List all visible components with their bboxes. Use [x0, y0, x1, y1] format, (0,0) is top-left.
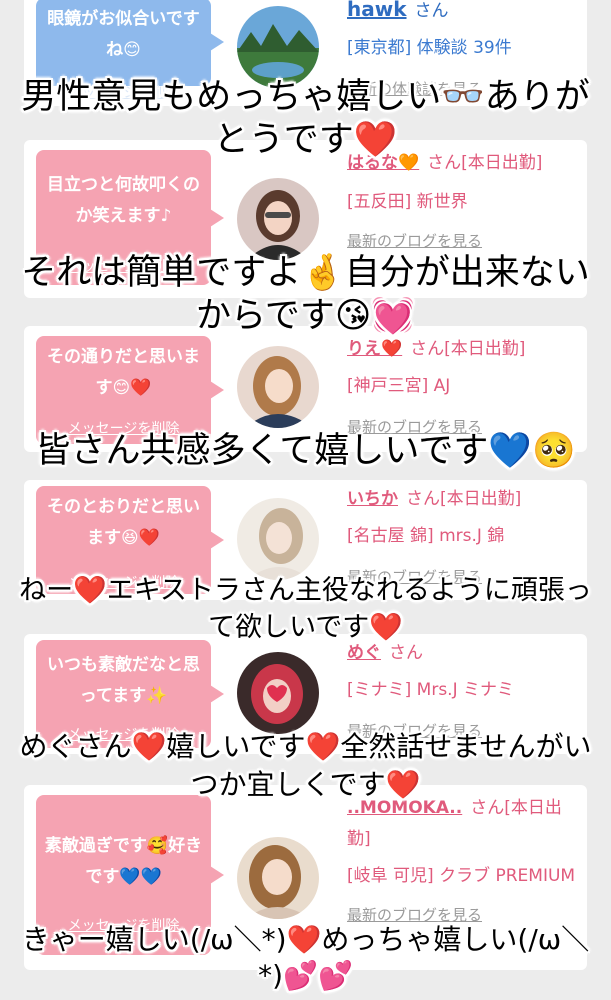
avatar[interactable]	[237, 178, 319, 260]
user-name-link[interactable]: めぐ	[347, 643, 381, 663]
honorific: さん[本日出勤]	[406, 489, 522, 509]
user-name-link[interactable]: hawk	[347, 0, 407, 21]
shop-info: [東京都] 体験談 39件	[347, 38, 512, 58]
message-text: その通りだと思います😊❤️	[47, 347, 200, 398]
user-info: はるな🧡 さん[本日出勤] [五反田] 新世界 最新のブログを見る	[347, 148, 577, 257]
shop-info: [名古屋 錦] mrs.J 錦	[347, 526, 505, 546]
user-info: ..MOMOKA.. さん[本日出勤] [岐阜 可児] クラブ PREMIUM 最…	[347, 793, 577, 931]
avatar[interactable]	[237, 346, 319, 428]
shop-info: [岐阜 可児] クラブ PREMIUM	[347, 866, 576, 886]
shop-info: [神戸三宮] AJ	[347, 376, 451, 396]
message-bubble: 眼鏡がお似合いですね😊 メッセージを削除	[36, 0, 224, 101]
avatar[interactable]	[237, 652, 319, 734]
overlay-caption: 男性意見もめっちゃ嬉しい👓ありがとうです❤️	[21, 77, 590, 160]
shop-info: [五反田] 新世界	[347, 192, 468, 212]
message-text: 眼鏡がお似合いですね😊	[47, 9, 200, 60]
overlay-caption: めぐさん❤️嬉しいです❤️全然話せませんがいつか宜しくです❤️	[19, 730, 592, 801]
honorific: さん[本日出勤]	[410, 339, 526, 359]
honorific: さん	[414, 1, 449, 21]
message-text: いつも素敵だなと思ってます✨	[47, 655, 200, 706]
avatar[interactable]	[237, 498, 319, 580]
user-info: りえ❤️ さん[本日出勤] [神戸三宮] AJ 最新のブログを見る	[347, 334, 577, 443]
user-name-link[interactable]: いちか	[347, 489, 398, 509]
message-text: 目立つと何故叩くのか笑えます♪	[47, 175, 200, 226]
overlay-caption: ねー❤️エキストラさん主役なれるように頑張って欲しいです❤️	[19, 575, 592, 643]
overlay-caption: きゃー嬉しい(/ω＼*)❤️めっちゃ嬉しい(/ω＼*)💕💕	[21, 923, 590, 992]
message-bubble: その通りだと思います😊❤️ メッセージを削除	[36, 336, 224, 444]
message-text: 素敵過ぎです🥰好きです💙💙	[44, 836, 203, 887]
overlay-caption: それは簡単ですよ🤞自分が出来ないからです😘💓	[21, 253, 590, 336]
shop-info: [ミナミ] Mrs.J ミナミ	[347, 680, 515, 700]
overlay-caption: 皆さん共感多くて嬉しいです💙🥺	[35, 431, 576, 471]
honorific: さん	[389, 643, 423, 663]
message-text: そのとおりだと思います😆❤️	[47, 497, 200, 548]
avatar[interactable]	[237, 837, 319, 919]
user-name-link[interactable]: りえ❤️	[347, 339, 402, 359]
